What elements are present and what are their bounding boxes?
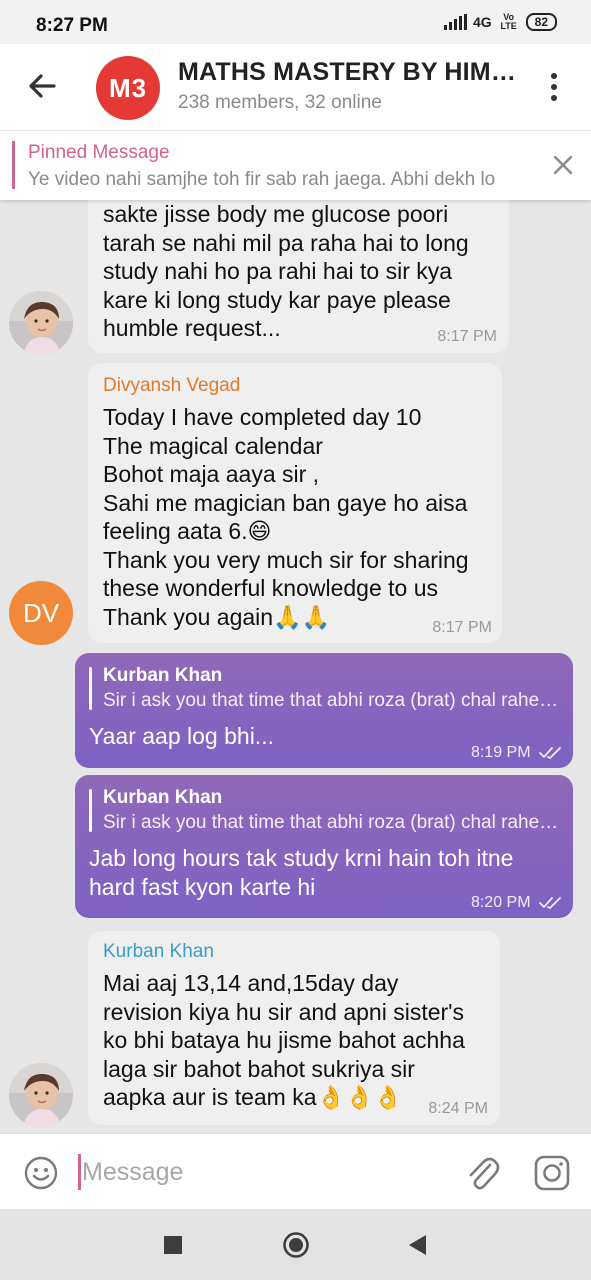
message-bubble[interactable]: sakte jisse body me glucose poori tarah … [88,200,509,353]
reply-sender: Kurban Khan [103,787,223,808]
emoji-button[interactable] [23,1155,59,1191]
camera-button[interactable] [533,1154,571,1192]
message-time: 8:24 PM [428,1100,488,1117]
battery-indicator: 82 [525,13,557,31]
reply-quote[interactable]: Kurban Khan Sir i ask you that time that… [89,665,559,712]
attach-icon [469,1157,500,1190]
message-bubble-outgoing[interactable]: Kurban Khan Sir i ask you that time that… [75,653,573,768]
message-time: 8:17 PM [432,619,492,636]
chat-subtitle: 238 members, 32 online [178,92,382,113]
user-photo-icon [9,1063,73,1127]
nav-back-button[interactable] [406,1233,428,1257]
nav-home-button[interactable] [282,1231,310,1259]
reply-text: Sir i ask you that time that abhi roza (… [103,812,559,833]
message-bubble[interactable]: Kurban Khan Mai aaj 13,14 and,15day day … [88,931,500,1125]
message-time: 8:19 PM [471,744,563,762]
back-arrow-icon [29,74,56,98]
system-nav-bar [0,1209,591,1280]
status-time: 8:27 PM [36,15,108,36]
signal-icon [443,14,467,30]
sender-name[interactable]: Divyansh Vegad [103,375,488,397]
status-icons: 4G Vo LTE 82 [443,12,557,31]
volte-indicator: Vo LTE [500,12,517,31]
message-time: 8:17 PM [437,328,497,345]
close-icon [553,155,573,175]
more-vert-icon [551,73,557,79]
sender-name[interactable]: Kurban Khan [103,941,486,963]
reply-text: Sir i ask you that time that abhi roza (… [103,690,559,711]
message-text: sakte jisse body me glucose poori tarah … [103,201,469,341]
message-text: Mai aaj 13,14 and,15day day revision kiy… [103,970,465,1110]
double-check-icon [539,896,561,909]
text-cursor [78,1154,81,1190]
chat-header: M3 MATHS MASTERY BY HIMANSHU 238 members… [0,44,591,130]
reply-quote[interactable]: Kurban Khan Sir i ask you that time that… [89,787,559,834]
reply-sender: Kurban Khan [103,665,223,686]
nav-home-icon [283,1232,309,1258]
user-photo-icon [9,291,73,355]
pinned-message-bar[interactable]: Pinned Message Ye video nahi samjhe toh … [0,130,591,200]
message-text: Today I have completed day 10 The magica… [103,404,469,630]
message-bubble-outgoing[interactable]: Kurban Khan Sir i ask you that time that… [75,775,573,918]
camera-icon [534,1155,570,1191]
emoji-icon [24,1156,58,1190]
message-input-bar [0,1133,591,1209]
nav-recents-icon[interactable] [164,1236,182,1254]
back-button[interactable] [24,68,60,104]
user-avatar[interactable] [9,1063,73,1127]
nav-back-icon [409,1235,426,1255]
chat-title[interactable]: MATHS MASTERY BY HIMANSHU [178,58,522,87]
close-pinned-button[interactable] [552,154,574,176]
message-input[interactable] [82,1152,442,1192]
double-check-icon [539,746,561,759]
user-avatar[interactable] [9,291,73,355]
more-options-button[interactable] [544,70,564,104]
message-text: Jab long hours tak study krni hain toh i… [89,845,514,900]
pinned-label: Pinned Message [28,142,170,163]
message-bubble[interactable]: Divyansh Vegad Today I have completed da… [88,363,502,643]
pinned-accent-line [12,141,15,189]
user-avatar-dv[interactable]: DV [9,581,73,645]
status-bar: 8:27 PM 4G Vo LTE 82 [0,0,591,44]
pinned-text: Ye video nahi samjhe toh fir sab rah jae… [28,169,496,190]
network-type: 4G [472,14,492,30]
message-time: 8:20 PM [471,894,563,912]
attach-button[interactable] [464,1153,500,1191]
group-avatar[interactable]: M3 [96,56,160,120]
message-list[interactable]: sakte jisse body me glucose poori tarah … [0,200,591,1133]
